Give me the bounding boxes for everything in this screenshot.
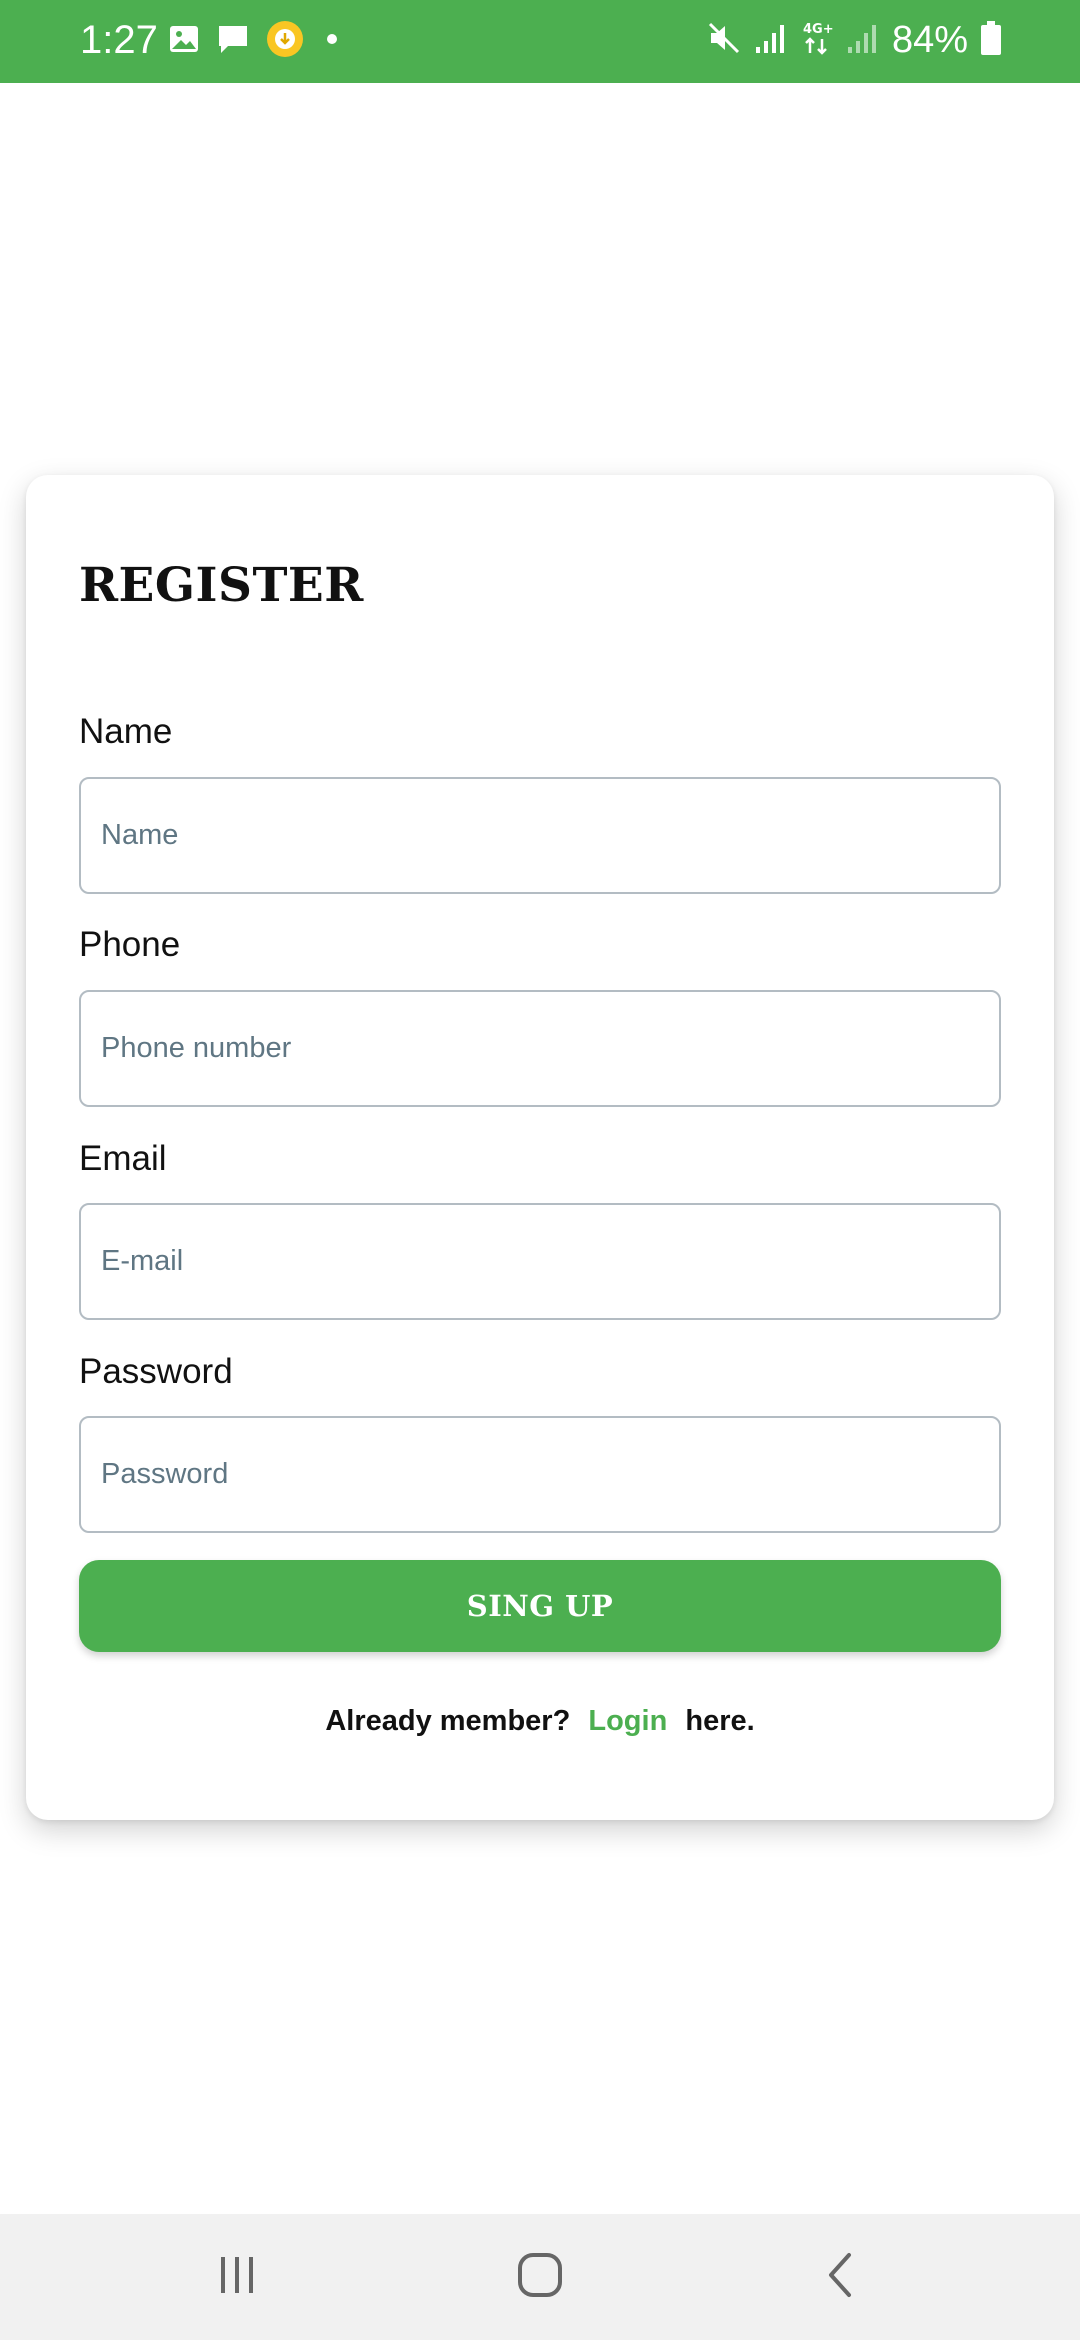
recent-apps-button[interactable]: [204, 2244, 270, 2310]
status-notification-icons: [168, 20, 344, 63]
notification-dot-icon: [320, 27, 344, 56]
battery-icon: [980, 20, 1002, 61]
message-icon: [216, 22, 250, 61]
battery-percentage: 84%: [891, 19, 968, 61]
signup-button[interactable]: SING UP: [79, 1560, 1001, 1652]
login-suffix-text: here.: [685, 1705, 755, 1737]
back-button[interactable]: [808, 2244, 874, 2310]
recent-apps-icon: [215, 2253, 259, 2302]
page-title: REGISTER: [79, 558, 364, 613]
4g-data-icon: 4G+: [800, 19, 834, 62]
email-label: Email: [79, 1139, 167, 1178]
phone-field[interactable]: [79, 990, 1001, 1107]
signal-icon: [754, 21, 788, 60]
email-field[interactable]: [79, 1203, 1001, 1320]
phone-label: Phone: [79, 925, 181, 964]
status-system-icons: 4G+ 84%: [706, 14, 1002, 66]
login-prompt: Already member? Login here.: [26, 1705, 1054, 1738]
login-link[interactable]: Login: [588, 1705, 667, 1737]
password-field[interactable]: [79, 1416, 1001, 1533]
home-icon: [516, 2251, 564, 2304]
navigation-bar: [0, 2214, 1080, 2340]
login-prompt-text: Already member?: [325, 1705, 571, 1737]
password-label: Password: [79, 1352, 233, 1391]
mute-icon: [706, 20, 742, 61]
home-button[interactable]: [507, 2244, 573, 2310]
register-card: REGISTER Name Phone Email Password SING …: [26, 475, 1054, 1820]
svg-text:4G+: 4G+: [803, 22, 834, 37]
name-field[interactable]: [79, 777, 1001, 894]
signal-weak-icon: [846, 21, 880, 60]
download-badge-icon: [266, 20, 304, 63]
name-label: Name: [79, 712, 173, 751]
status-time: 1:27: [80, 18, 158, 62]
back-icon: [821, 2251, 861, 2304]
status-bar: 1:27 4G+ 84%: [0, 0, 1080, 83]
gallery-icon: [168, 23, 200, 60]
